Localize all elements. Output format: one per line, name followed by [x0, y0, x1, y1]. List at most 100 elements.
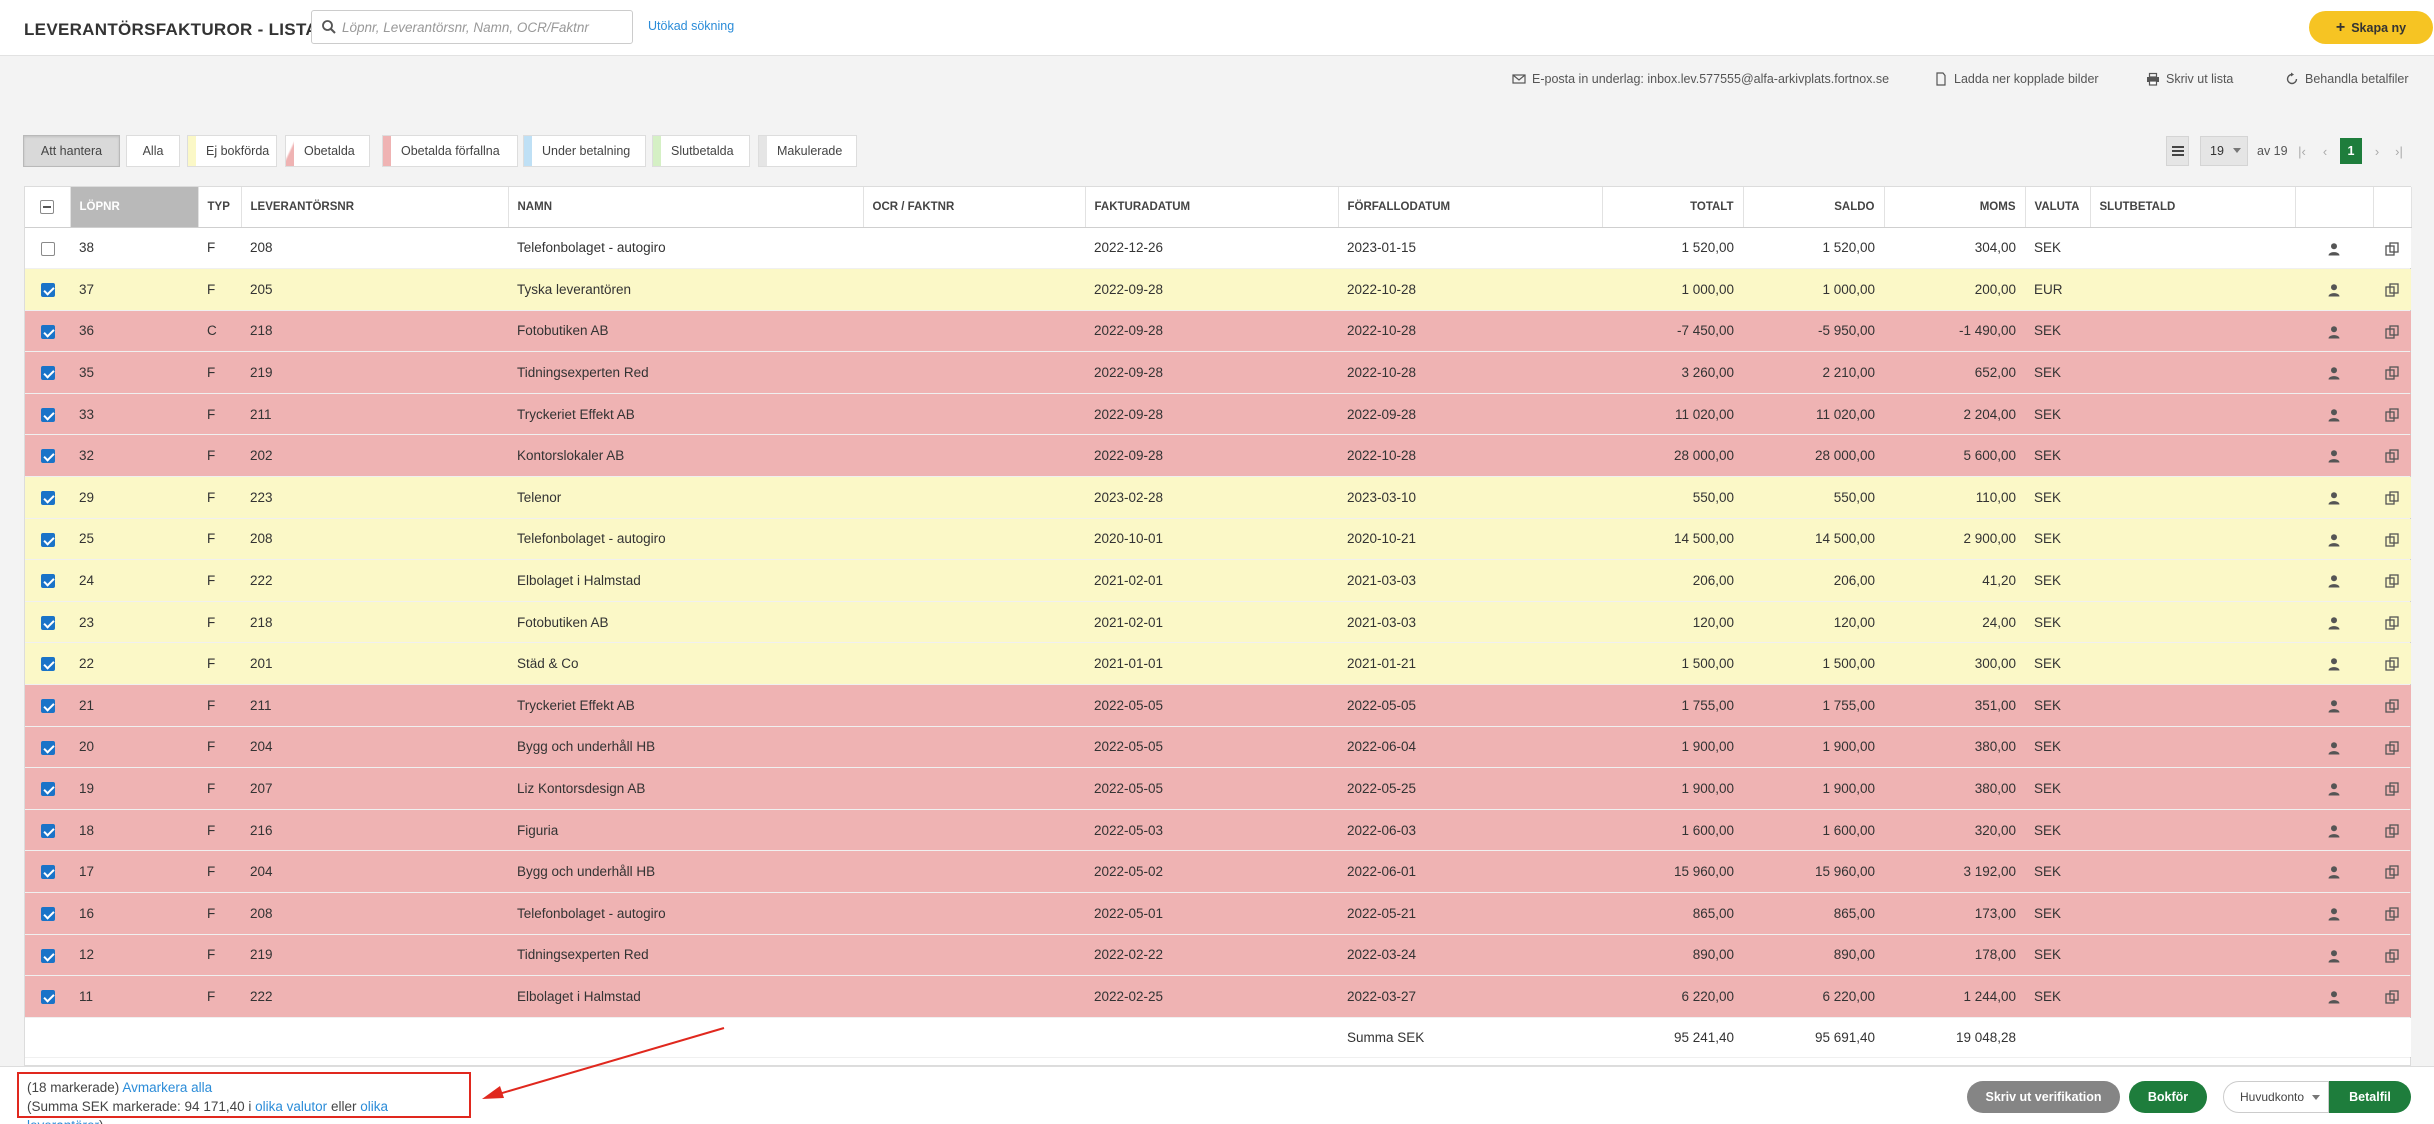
cell-levnr[interactable]: 219: [241, 351, 508, 394]
cell-lopnr[interactable]: 36: [70, 310, 198, 353]
cell-levnr[interactable]: 204: [241, 850, 508, 893]
user-icon[interactable]: [2295, 934, 2373, 977]
cell-moms[interactable]: 41,20: [1884, 559, 2025, 602]
user-icon[interactable]: [2295, 767, 2373, 810]
cell-fakturadatum[interactable]: 2022-05-01: [1085, 892, 1338, 935]
cell-slutbetald[interactable]: [2090, 393, 2295, 436]
cell-saldo[interactable]: 14 500,00: [1743, 518, 1884, 561]
cell-saldo[interactable]: 1 000,00: [1743, 268, 1884, 311]
cell-forfallodatum[interactable]: 2022-10-28: [1338, 268, 1602, 311]
column-header[interactable]: LEVERANTÖRSNR: [241, 187, 509, 228]
cell-fakturadatum[interactable]: 2022-09-28: [1085, 310, 1338, 353]
cell-moms[interactable]: 3 192,00: [1884, 850, 2025, 893]
column-header[interactable]: FÖRFALLODATUM: [1338, 187, 1603, 228]
row-select-cell[interactable]: [25, 518, 70, 561]
cell-ocr[interactable]: [863, 268, 1085, 311]
table-row[interactable]: 12 F 219 Tidningsexperten Red 2022-02-22 2022…: [25, 934, 2411, 977]
filter-obetalda-forfallna[interactable]: Obetalda förfallna: [382, 135, 518, 167]
cell-slutbetald[interactable]: [2090, 642, 2295, 686]
table-row[interactable]: 24 F 222 Elbolaget i Halmstad 2021-02-01 2021…: [25, 559, 2411, 602]
row-checkbox[interactable]: [40, 283, 55, 298]
user-icon[interactable]: [2295, 518, 2373, 561]
cell-saldo[interactable]: 28 000,00: [1743, 434, 1884, 478]
copy-icon[interactable]: [2373, 726, 2411, 769]
user-icon[interactable]: [2295, 809, 2373, 852]
table-row[interactable]: 21 F 211 Tryckeriet Effekt AB 2022-05-05 2022…: [25, 684, 2411, 727]
row-checkbox[interactable]: [40, 532, 55, 547]
cell-fakturadatum[interactable]: 2022-09-28: [1085, 393, 1338, 436]
cell-lopnr[interactable]: 29: [70, 476, 198, 519]
user-icon[interactable]: [2295, 601, 2373, 644]
cell-forfallodatum[interactable]: 2021-01-21: [1338, 642, 1602, 686]
cell-forfallodatum[interactable]: 2020-10-21: [1338, 518, 1602, 561]
cell-levnr[interactable]: 211: [241, 684, 508, 727]
cell-forfallodatum[interactable]: 2021-03-03: [1338, 601, 1602, 644]
last-page-icon[interactable]: ›|: [2391, 140, 2407, 162]
print-list-link[interactable]: Skriv ut lista: [2146, 70, 2233, 88]
cell-ocr[interactable]: [863, 767, 1085, 810]
cell-forfallodatum[interactable]: 2022-06-04: [1338, 726, 1602, 769]
cell-forfallodatum[interactable]: 2022-06-03: [1338, 809, 1602, 852]
row-checkbox[interactable]: [40, 823, 55, 838]
cell-moms[interactable]: 351,00: [1884, 684, 2025, 727]
cell-namn[interactable]: Telefonbolaget - autogiro: [508, 227, 863, 270]
cell-moms[interactable]: 24,00: [1884, 601, 2025, 644]
cell-levnr[interactable]: 204: [241, 726, 508, 769]
cell-typ[interactable]: F: [198, 642, 241, 686]
cell-totalt[interactable]: 206,00: [1602, 559, 1743, 602]
cell-namn[interactable]: Tryckeriet Effekt AB: [508, 393, 863, 436]
payment-file-button[interactable]: Betalfil: [2329, 1081, 2411, 1113]
book-button[interactable]: Bokför: [2129, 1081, 2207, 1113]
cell-moms[interactable]: 200,00: [1884, 268, 2025, 311]
cell-typ[interactable]: F: [198, 726, 241, 769]
table-row[interactable]: 20 F 204 Bygg och underhåll HB 2022-05-05 202…: [25, 726, 2411, 769]
cell-fakturadatum[interactable]: 2022-02-25: [1085, 975, 1338, 1018]
row-select-cell[interactable]: [25, 227, 70, 270]
row-select-cell[interactable]: [25, 726, 70, 769]
filter-alla[interactable]: Alla: [126, 135, 180, 167]
cell-valuta[interactable]: SEK: [2025, 934, 2090, 977]
cell-fakturadatum[interactable]: 2021-01-01: [1085, 642, 1338, 686]
cell-levnr[interactable]: 208: [241, 518, 508, 561]
cell-totalt[interactable]: 15 960,00: [1602, 850, 1743, 893]
cell-moms[interactable]: 380,00: [1884, 726, 2025, 769]
cell-fakturadatum[interactable]: 2022-09-28: [1085, 268, 1338, 311]
cell-ocr[interactable]: [863, 351, 1085, 394]
cell-levnr[interactable]: 218: [241, 601, 508, 644]
cell-ocr[interactable]: [863, 476, 1085, 519]
search-box[interactable]: [311, 10, 633, 44]
row-select-cell[interactable]: [25, 434, 70, 478]
copy-icon[interactable]: [2373, 476, 2411, 519]
column-header[interactable]: SLUTBETALD: [2090, 187, 2296, 228]
row-checkbox[interactable]: [40, 366, 55, 381]
cell-slutbetald[interactable]: [2090, 268, 2295, 311]
user-icon[interactable]: [2295, 434, 2373, 478]
cell-ocr[interactable]: [863, 227, 1085, 270]
advanced-search-link[interactable]: Utökad sökning: [648, 19, 734, 33]
different-currencies-link[interactable]: olika valutor: [255, 1099, 327, 1114]
cell-levnr[interactable]: 218: [241, 310, 508, 353]
cell-namn[interactable]: Figuria: [508, 809, 863, 852]
cell-slutbetald[interactable]: [2090, 892, 2295, 935]
row-select-cell[interactable]: [25, 476, 70, 519]
copy-icon[interactable]: [2373, 892, 2411, 935]
cell-namn[interactable]: Tyska leverantören: [508, 268, 863, 311]
column-header[interactable]: FAKTURADATUM: [1085, 187, 1339, 228]
cell-lopnr[interactable]: 12: [70, 934, 198, 977]
table-row[interactable]: 38 F 208 Telefonbolaget - autogiro 2022-12-2…: [25, 227, 2411, 270]
cell-ocr[interactable]: [863, 434, 1085, 478]
table-row[interactable]: 17 F 204 Bygg och underhåll HB 2022-05-02 202…: [25, 850, 2411, 893]
cell-totalt[interactable]: 3 260,00: [1602, 351, 1743, 394]
search-input[interactable]: [342, 13, 627, 41]
copy-icon[interactable]: [2373, 975, 2411, 1018]
cell-typ[interactable]: F: [198, 434, 241, 478]
cell-forfallodatum[interactable]: 2021-03-03: [1338, 559, 1602, 602]
cell-lopnr[interactable]: 19: [70, 767, 198, 810]
cell-typ[interactable]: F: [198, 227, 241, 270]
cell-forfallodatum[interactable]: 2022-03-27: [1338, 975, 1602, 1018]
cell-levnr[interactable]: 222: [241, 975, 508, 1018]
cell-valuta[interactable]: SEK: [2025, 767, 2090, 810]
cell-slutbetald[interactable]: [2090, 934, 2295, 977]
cell-fakturadatum[interactable]: 2022-05-02: [1085, 850, 1338, 893]
cell-typ[interactable]: F: [198, 684, 241, 727]
